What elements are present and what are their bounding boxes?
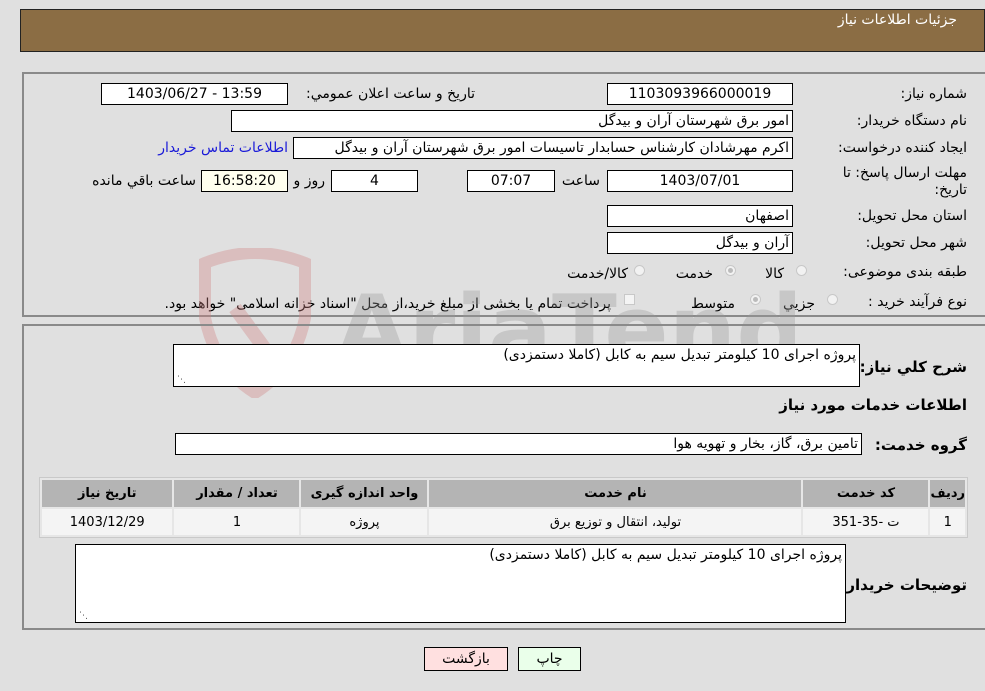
buyer-notes-text: پروژه اجرای 10 کیلومتر تبدیل سیم به کابل… <box>489 547 842 563</box>
city-label: شهر محل تحویل: <box>865 235 967 251</box>
buyer-org-label: نام دستگاه خریدار: <box>856 113 967 129</box>
print-button[interactable]: چاپ <box>518 647 581 671</box>
cell-row: 1 <box>930 509 965 535</box>
buyer-contact-link[interactable]: اطلاعات تماس خریدار <box>158 140 288 156</box>
process-label: نوع فرآیند خرید : <box>868 294 967 310</box>
need-number-field[interactable]: 1103093966000019 <box>607 83 793 105</box>
summary-label: شرح کلي نیاز: <box>859 358 967 376</box>
col-header-unit: واحد اندازه گیری <box>301 480 428 507</box>
col-header-date: تاریخ نیاز <box>42 480 173 507</box>
buyer-org-field[interactable]: امور برق شهرستان آران و بیدگل <box>231 110 793 132</box>
page-title: جزئیات اطلاعات نیاز <box>837 12 957 28</box>
days-remaining-field[interactable]: 4 <box>331 170 418 192</box>
process-radio-medium[interactable] <box>750 294 761 305</box>
days-label: روز و <box>293 173 326 189</box>
category-radio-goods[interactable] <box>796 265 807 276</box>
table-row: 1 ت -35-351 تولید، انتقال و توزیع برق پر… <box>42 509 965 535</box>
deadline-label: مهلت ارسال پاسخ: تا تاریخ: <box>842 165 967 198</box>
need-number-label: شماره نیاز: <box>900 86 968 102</box>
deadline-date-field[interactable]: 1403/07/01 <box>607 170 793 192</box>
province-label: استان محل تحویل: <box>857 208 967 224</box>
category-option-service: خدمت <box>675 266 713 282</box>
summary-text: پروژه اجرای 10 کیلومتر تبدیل سیم به کابل… <box>503 347 856 363</box>
category-option-goods-service: کالا/خدمت <box>567 266 628 282</box>
col-header-name: نام خدمت <box>429 480 802 507</box>
buyer-notes-textarea[interactable]: پروژه اجرای 10 کیلومتر تبدیل سیم به کابل… <box>75 544 846 623</box>
category-label: طبقه بندی موضوعی: <box>843 264 967 280</box>
cell-qty: 1 <box>174 509 300 535</box>
col-header-code: کد خدمت <box>803 480 929 507</box>
cell-date: 1403/12/29 <box>42 509 173 535</box>
creator-label: ایجاد کننده درخواست: <box>838 140 967 156</box>
services-table: ردیف کد خدمت نام خدمت واحد اندازه گیری ت… <box>39 477 968 538</box>
back-button[interactable]: بازگشت <box>424 647 508 671</box>
summary-textarea[interactable]: پروژه اجرای 10 کیلومتر تبدیل سیم به کابل… <box>173 344 860 387</box>
resize-grip-icon[interactable]: ⋰ <box>176 375 186 385</box>
cell-name: تولید، انتقال و توزیع برق <box>429 509 802 535</box>
treasury-checkbox[interactable] <box>624 294 635 305</box>
deadline-time-label: ساعت <box>561 173 600 189</box>
creator-field[interactable]: اکرم مهرشادان کارشناس حسابدار تاسیسات ام… <box>293 137 793 159</box>
category-radio-goods-service[interactable] <box>634 265 645 276</box>
buyer-notes-label: توضیحات خریدار: <box>840 576 967 594</box>
announce-date-field[interactable]: 1403/06/27 - 13:59 <box>101 83 288 105</box>
city-field[interactable]: آران و بیدگل <box>607 232 793 254</box>
services-heading: اطلاعات خدمات مورد نیاز <box>779 396 967 414</box>
service-group-label: گروه خدمت: <box>874 436 967 454</box>
service-group-field[interactable]: تامین برق، گاز، بخار و تهویه هوا <box>175 433 862 455</box>
cell-unit: پروژه <box>301 509 428 535</box>
process-radio-minor[interactable] <box>827 294 838 305</box>
process-option-minor: جزيي <box>783 296 815 312</box>
process-option-medium: متوسط <box>691 296 735 312</box>
deadline-time-field[interactable]: 07:07 <box>467 170 555 192</box>
resize-grip-icon[interactable]: ⋰ <box>78 611 88 621</box>
category-radio-service[interactable] <box>725 265 736 276</box>
treasury-note: پرداخت تمام یا بخشی از مبلغ خرید،از محل … <box>164 296 611 312</box>
col-header-row: ردیف <box>930 480 965 507</box>
table-header-row: ردیف کد خدمت نام خدمت واحد اندازه گیری ت… <box>42 480 965 507</box>
cell-code: ت -35-351 <box>803 509 929 535</box>
announce-date-label: تاریخ و ساعت اعلان عمومي: <box>306 86 475 102</box>
province-field[interactable]: اصفهان <box>607 205 793 227</box>
remaining-time-label: ساعت باقي مانده <box>92 173 196 189</box>
remaining-time-field[interactable]: 16:58:20 <box>201 170 288 192</box>
category-option-goods: کالا <box>765 266 784 282</box>
col-header-qty: تعداد / مقدار <box>174 480 300 507</box>
